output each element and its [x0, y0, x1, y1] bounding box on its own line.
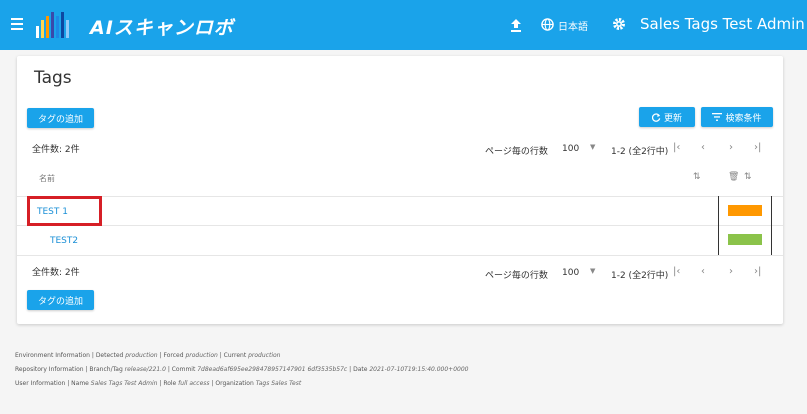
tag-color-swatch [728, 205, 762, 216]
tag-color-swatch [728, 234, 762, 245]
rows-per-page-label: ページ毎の行数 [485, 271, 548, 281]
rows-per-page-select[interactable]: 100 [562, 268, 579, 278]
last-page-icon[interactable]: ›| [754, 266, 761, 277]
refresh-label: 更新 [663, 113, 682, 124]
divider [17, 225, 783, 226]
page-title: Tags [34, 68, 72, 88]
rows-per-page-label: ページ毎の行数 [485, 147, 548, 157]
divider [17, 196, 783, 197]
add-tag-label: タグの追加 [37, 296, 83, 307]
last-page-icon[interactable]: ›| [754, 142, 761, 153]
dropdown-icon[interactable]: ▼ [590, 143, 595, 151]
color-sort-icon[interactable]: ⇅ [744, 172, 752, 182]
tag-link[interactable]: TEST2 [50, 236, 78, 246]
environment-info: Environment Information | Detected produ… [15, 352, 281, 359]
divider [17, 255, 783, 256]
upload-icon[interactable] [510, 18, 522, 32]
prev-page-icon[interactable]: ‹ [701, 142, 705, 153]
refresh-button[interactable]: 更新 [639, 107, 695, 127]
dropdown-icon[interactable]: ▼ [590, 267, 595, 275]
logo-mark [36, 12, 69, 38]
tags-card: Tags タグの追加 更新 検索条件 全件数: 2件 ページ毎の行数 100 ▼… [17, 56, 783, 324]
user-name[interactable]: Sales Tags Test Admin [640, 15, 805, 33]
filter-icon [712, 113, 723, 121]
first-page-icon[interactable]: |‹ [673, 142, 680, 153]
logo-text: AIスキャンロボ [90, 17, 234, 39]
first-page-icon[interactable]: |‹ [673, 266, 680, 277]
user-info: User Information | Name Sales Tags Test … [15, 380, 302, 387]
menu-icon[interactable] [11, 18, 23, 30]
search-conditions-label: 検索条件 [725, 113, 762, 124]
search-conditions-button[interactable]: 検索条件 [701, 107, 773, 127]
delete-icon[interactable]: 🗑 [728, 172, 739, 182]
add-tag-button-top[interactable]: タグの追加 [27, 108, 94, 128]
total-count: 全件数: 2件 [32, 268, 80, 278]
add-tag-button-bottom[interactable]: タグの追加 [27, 290, 94, 310]
page-range: 1-2 (全2行中) [611, 147, 669, 157]
gear-icon[interactable] [612, 17, 626, 31]
prev-page-icon[interactable]: ‹ [701, 266, 705, 277]
color-column-border [771, 196, 772, 255]
globe-icon[interactable] [541, 18, 554, 31]
sort-icon[interactable]: ⇅ [693, 172, 701, 182]
highlight-box [27, 196, 102, 226]
repository-info: Repository Information | Branch/Tag rele… [15, 366, 469, 373]
column-header-name[interactable]: 名前 [39, 173, 55, 184]
page-range: 1-2 (全2行中) [611, 271, 669, 281]
total-count: 全件数: 2件 [32, 145, 80, 155]
language-selector[interactable]: 日本語 [558, 18, 588, 33]
refresh-icon [651, 112, 661, 122]
color-column-border [718, 196, 719, 255]
next-page-icon[interactable]: › [729, 266, 733, 277]
app-bar: AIスキャンロボ 日本語 Sales Tags Test Admin [0, 0, 807, 50]
next-page-icon[interactable]: › [729, 142, 733, 153]
add-tag-label: タグの追加 [37, 114, 83, 125]
rows-per-page-select[interactable]: 100 [562, 144, 579, 154]
